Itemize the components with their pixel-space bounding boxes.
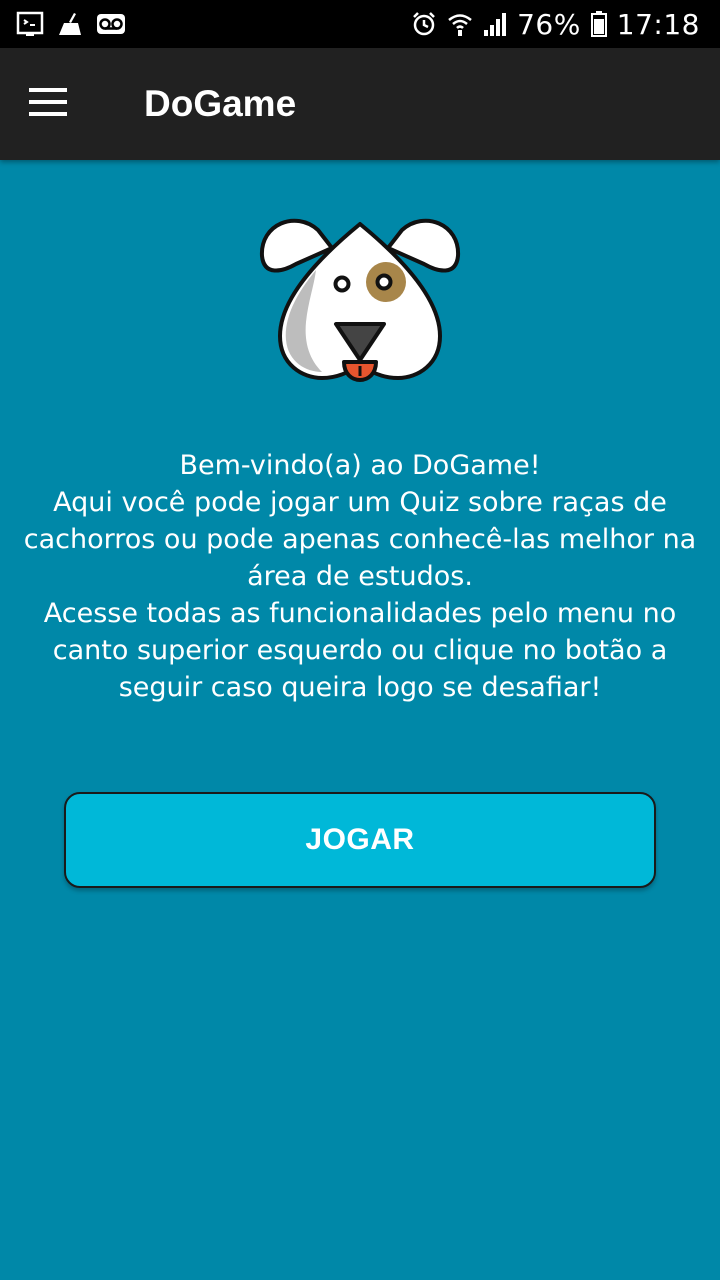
signal-icon (483, 12, 507, 36)
welcome-line: Bem-vindo(a) ao DoGame! (179, 450, 541, 481)
dog-face-logo (256, 210, 464, 406)
alarm-icon (411, 11, 437, 37)
hamburger-menu-icon[interactable] (29, 87, 67, 121)
cleaner-icon (56, 11, 84, 37)
welcome-message: Bem-vindo(a) ao DoGame! Aqui você pode j… (20, 447, 700, 706)
welcome-line: Acesse todas as funcionalidades pelo men… (43, 598, 677, 703)
clock: 17:18 (616, 7, 700, 41)
status-left-icons (16, 11, 126, 37)
main-content: Bem-vindo(a) ao DoGame! Aqui você pode j… (0, 160, 720, 1280)
welcome-line: Aqui você pode jogar um Quiz sobre raças… (23, 487, 697, 592)
menu-button[interactable] (0, 48, 96, 160)
status-right-icons: 76% 17:18 (411, 8, 700, 41)
screenshot-icon (16, 11, 44, 37)
status-bar: 76% 17:18 (0, 0, 720, 48)
play-button-label: JOGAR (305, 823, 415, 856)
play-button[interactable]: JOGAR (64, 792, 656, 888)
voicemail-icon (96, 13, 126, 35)
app-bar: DoGame (0, 48, 720, 160)
wifi-icon (447, 11, 473, 37)
battery-icon (590, 11, 607, 37)
app-title: DoGame (144, 83, 297, 124)
battery-percent: 76% (517, 7, 581, 41)
